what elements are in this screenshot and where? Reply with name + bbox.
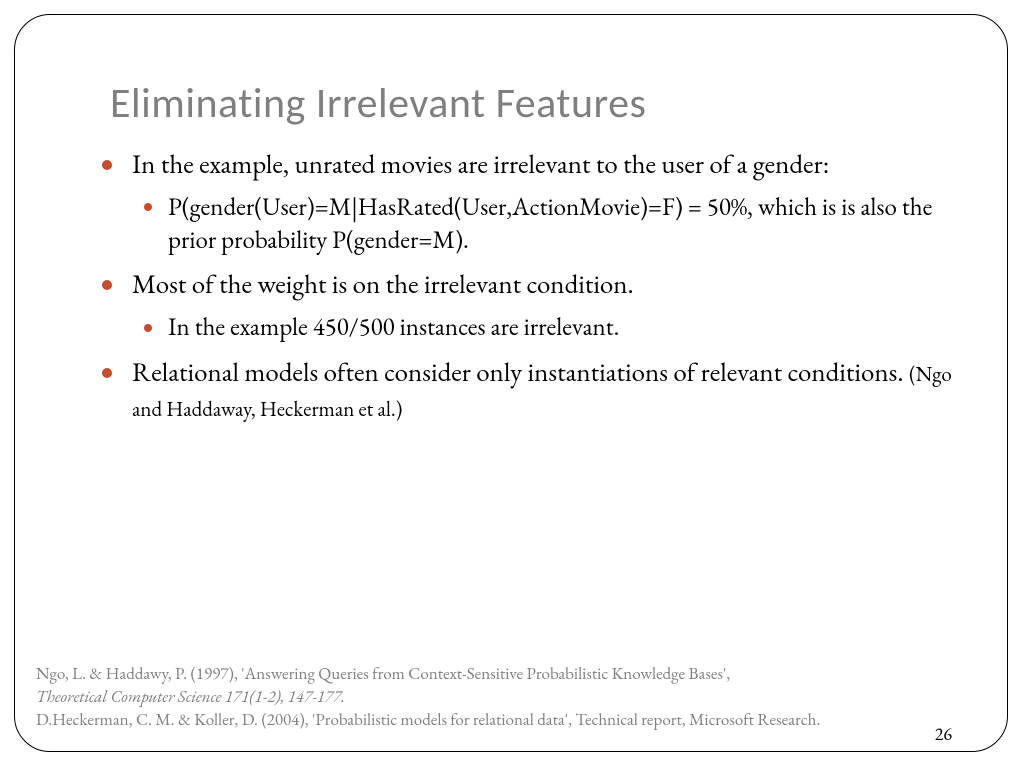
reference-2: D.Heckerman, C. M. & Koller, D. (2004), …: [36, 709, 976, 732]
bullet-3: Relational models often consider only in…: [126, 355, 952, 427]
bullet-1-sublist: P(gender(User)=M|HasRated(User,ActionMov…: [132, 191, 952, 258]
bullet-2-sub-1-text: In the example 450/500 instances are irr…: [168, 311, 619, 343]
bullet-2-text: Most of the weight is on the irrelevant …: [132, 267, 634, 302]
bullet-1-text: In the example, unrated movies are irrel…: [132, 147, 829, 182]
bullet-1-sub-1: P(gender(User)=M|HasRated(User,ActionMov…: [166, 191, 952, 258]
slide-content: Eliminating Irrelevant Features In the e…: [0, 0, 1024, 768]
slide-title: Eliminating Irrelevant Features: [110, 78, 952, 129]
bullet-2-sublist: In the example 450/500 instances are irr…: [132, 311, 952, 344]
bullet-list: In the example, unrated movies are irrel…: [92, 147, 952, 426]
references: Ngo, L. & Haddawy, P. (1997), 'Answering…: [36, 663, 976, 732]
bullet-2: Most of the weight is on the irrelevant …: [126, 267, 952, 344]
reference-1: Ngo, L. & Haddawy, P. (1997), 'Answering…: [36, 663, 976, 709]
bullet-1-sub-1-text: P(gender(User)=M|HasRated(User,ActionMov…: [168, 191, 932, 256]
bullet-3-text-a: Relational models often consider only in…: [132, 355, 909, 390]
page-number: 26: [935, 723, 952, 746]
reference-1b: Theoretical Computer Science 171(1-2), 1…: [36, 686, 345, 708]
reference-1a: Ngo, L. & Haddawy, P. (1997), 'Answering…: [36, 663, 730, 685]
bullet-1: In the example, unrated movies are irrel…: [126, 147, 952, 257]
bullet-2-sub-1: In the example 450/500 instances are irr…: [166, 311, 952, 344]
